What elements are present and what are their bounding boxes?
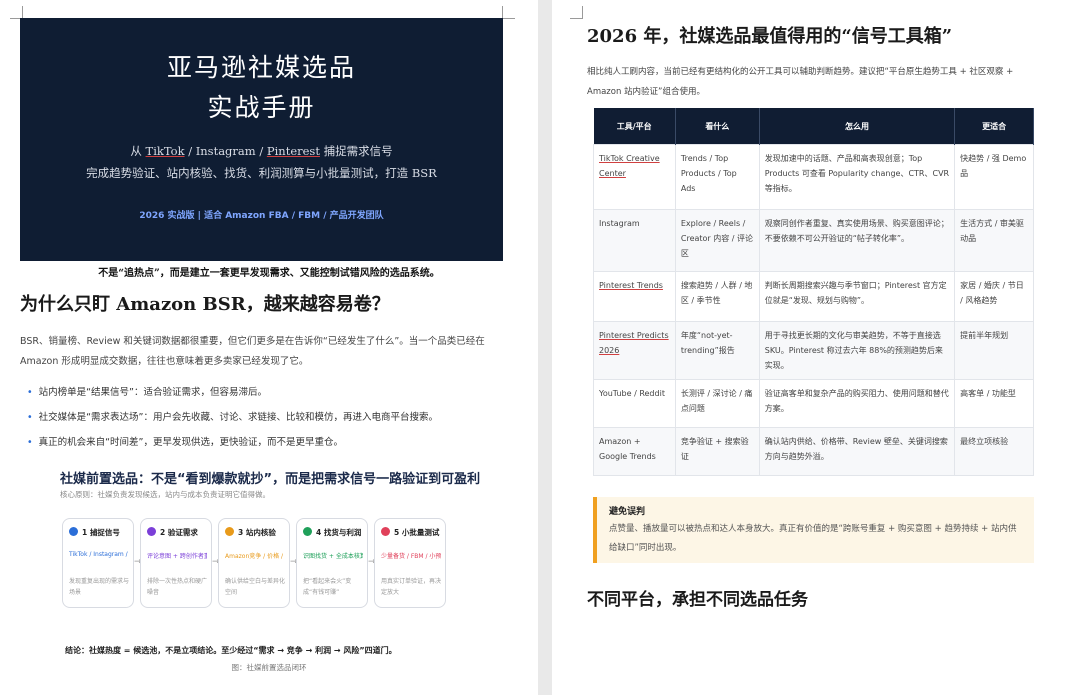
table-header-fit: 更适合 — [954, 108, 1034, 145]
flow-step-4: 4 找货与利润 识图找货 + 全成本核算 把“看起来会火”变成“有钱可赚” — [296, 518, 368, 608]
step-dot-icon — [147, 527, 156, 536]
cell-what: Explore / Reels / Creator 内容 / 评论区 — [674, 209, 760, 272]
cell-what: Trends / Top Products / Top Ads — [674, 144, 760, 210]
step-title: 1 捕捉信号 — [82, 528, 120, 537]
cell-how: 判断长周期搜索兴趣与季节窗口；Pinterest 官方定位就是“发现、规划与购物… — [758, 271, 956, 322]
cover-tagline: 2026 实战版 | 适合 Amazon FBA / FBM / 产品开发团队 — [139, 211, 384, 221]
document-page-right: 2026 年，社媒选品最值得用的“信号工具箱” 相比纯人工刷内容，当前已经有更结… — [552, 0, 1080, 695]
flow-conclusion: 结论：社媒热度 = 候选池，不是立项结论。至少经过“需求 → 竞争 → 利润 →… — [65, 646, 397, 655]
platforms-heading: 不同平台，承担不同选品任务 — [587, 590, 808, 610]
step-sources: Amazon竞争 / 价格 / 评论 — [225, 553, 285, 560]
cell-how: 发现加速中的话题、产品和高表现创意；Top Products 可查看 Popul… — [758, 144, 956, 210]
warning-title: 避免误判 — [609, 507, 646, 517]
bullet-item: 真正的机会来自“时间差”，更早发现供选，更快验证，而不是更早重仓。 — [27, 434, 343, 448]
figure-caption: 图：社媒前置选品闭环 — [231, 663, 307, 672]
warning-callout: 避免误判 点赞量、播放量可以被热点和达人本身放大。真正有价值的是“跨账号重复 +… — [593, 497, 1034, 563]
flow-step-1: 1 捕捉信号 TikTok / Instagram / Pinterest 发现… — [62, 518, 134, 608]
table-header-row: 工具/平台 看什么 怎么用 更适合 — [593, 108, 1034, 145]
step-description: 把“看起来会火”变成“有钱可赚” — [303, 578, 352, 596]
cover-title-line1: 亚马逊社媒选品 — [166, 53, 356, 82]
table-header-tool: 工具/平台 — [593, 108, 676, 145]
cell-fit: 提前半年规划 — [954, 321, 1034, 380]
flow-step-5: 5 小批量测试 少量备货 / FBM / 小预算 用真实订单验证，再决定放大 — [374, 518, 446, 608]
table-row: YouTube / Reddit 长测评 / 深讨论 / 痛点问题 验证高客单和… — [593, 379, 1034, 428]
cell-tool: TikTok Creative Center — [593, 144, 676, 210]
table-row: TikTok Creative Center Trends / Top Prod… — [593, 144, 1034, 210]
step-description: 排除一次性热点和硬广噪音 — [147, 578, 208, 596]
step-sources: 少量备货 / FBM / 小预算 — [381, 553, 441, 560]
step-sources: 识图找货 + 全成本核算 — [303, 553, 363, 560]
bullet-item: 社交媒体是“需求表达场”：用户会先收藏、讨论、求链接、比较和模仿，再进入电商平台… — [27, 409, 438, 423]
page-corner-mark — [570, 6, 583, 19]
tools-table: 工具/平台 看什么 怎么用 更适合 TikTok Creative Center… — [593, 108, 1034, 476]
page-corner-mark — [502, 6, 515, 19]
cell-tool: Instagram — [593, 209, 676, 272]
step-title: 3 站内核验 — [238, 528, 276, 537]
table-row: Instagram Explore / Reels / Creator 内容 /… — [593, 209, 1034, 272]
cell-tool: Pinterest Predicts 2026 — [593, 321, 676, 380]
bullet-item: 站内榜单是“结果信号”：适合验证需求，但容易滞后。 — [27, 384, 267, 398]
cell-fit: 最终立项核验 — [954, 427, 1034, 476]
flow-subtitle: 核心原则：社媒负责发现候选，站内与成本负责证明它值得做。 — [60, 490, 270, 499]
cell-tool: Amazon + Google Trends — [593, 427, 676, 476]
cell-what: 搜索趋势 / 人群 / 地区 / 季节性 — [674, 271, 760, 322]
toolbox-intro: 相比纯人工刷内容，当前已经有更结构化的公开工具可以辅助判断趋势。建议把“平台原生… — [587, 67, 1014, 97]
step-dot-icon — [303, 527, 312, 536]
section-paragraph: BSR、销量榜、Review 和关键词数据都很重要，但它们更多是在告诉你“已经发… — [20, 336, 485, 367]
cell-what: 竞争验证 + 搜索验证 — [674, 427, 760, 476]
cell-fit: 生活方式 / 审美驱动品 — [954, 209, 1034, 272]
toolbox-heading: 2026 年，社媒选品最值得用的“信号工具箱” — [587, 26, 953, 47]
table-row: Amazon + Google Trends 竞争验证 + 搜索验证 确认站内供… — [593, 427, 1034, 476]
step-sources: 评论意图 + 跨创作者重复 — [147, 553, 207, 560]
cell-how: 验证高客单和复杂产品的购买阻力、使用问题和替代方案。 — [758, 379, 956, 428]
cell-how: 观察同创作者重复、真实使用场景、购买意图评论；不要依赖不可公开验证的“帖子转化率… — [758, 209, 956, 272]
cell-fit: 高客单 / 功能型 — [954, 379, 1034, 428]
cell-what: 长测评 / 深讨论 / 痛点问题 — [674, 379, 760, 428]
cell-how: 确认站内供给、价格带、Review 壁垒、关键词搜索方向与趋势外溢。 — [758, 427, 956, 476]
step-title: 5 小批量测试 — [394, 528, 440, 537]
step-dot-icon — [381, 527, 390, 536]
document-page-left: 亚马逊社媒选品 实战手册 从 TikTok / Instagram / Pint… — [0, 0, 538, 695]
cover-subtitle-2: 完成趋势验证、站内核验、找货、利润测算与小批量测试，打造 BSR — [86, 166, 437, 180]
flow-title: 社媒前置选品：不是“看到爆款就抄”，而是把需求信号一路验证到可盈利 — [60, 472, 481, 487]
table-row: Pinterest Trends 搜索趋势 / 人群 / 地区 / 季节性 判断… — [593, 271, 1034, 322]
step-description: 用真实订单验证，再决定放大 — [381, 578, 442, 596]
cell-what: 年度“not-yet-trending”报告 — [674, 321, 760, 380]
table-header-what: 看什么 — [675, 108, 760, 145]
section-heading: 为什么只盯 Amazon BSR，越来越容易卷？ — [20, 294, 390, 315]
step-dot-icon — [225, 527, 234, 536]
flow-step-3: 3 站内核验 Amazon竞争 / 价格 / 评论 确认供给空白与差异化空间 — [218, 518, 290, 608]
step-title: 4 找货与利润 — [316, 528, 362, 537]
warning-body: 点赞量、播放量可以被热点和达人本身放大。真正有价值的是“跨账号重复 + 购买意图… — [609, 524, 1017, 553]
cell-tool: YouTube / Reddit — [593, 379, 676, 428]
table-row: Pinterest Predicts 2026 年度“not-yet-trend… — [593, 321, 1034, 380]
cover-subtitle-1: 从 TikTok / Instagram / Pinterest 捕捉需求信号 — [130, 144, 393, 158]
step-sources: TikTok / Instagram / Pinterest — [69, 551, 129, 558]
cover-banner: 亚马逊社媒选品 实战手册 从 TikTok / Instagram / Pint… — [20, 18, 503, 261]
cover-caption: 不是“追热点”，而是建立一套更早发现需求、又能控制试错风险的选品系统。 — [98, 268, 440, 279]
cell-fit: 家居 / 婚庆 / 节日 / 风格趋势 — [954, 271, 1034, 322]
step-dot-icon — [69, 527, 78, 536]
cell-how: 用于寻找更长期的文化与审美趋势，不等于直接选 SKU。Pinterest 称过去… — [758, 321, 956, 380]
flow-step-2: 2 验证需求 评论意图 + 跨创作者重复 排除一次性热点和硬广噪音 — [140, 518, 212, 608]
table-header-how: 怎么用 — [759, 108, 956, 145]
step-description: 发现重复出现的需求与场景 — [69, 578, 130, 596]
step-description: 确认供给空白与差异化空间 — [225, 578, 286, 596]
cell-tool: Pinterest Trends — [593, 271, 676, 322]
step-title: 2 验证需求 — [160, 528, 198, 537]
cell-fit: 快趋势 / 强 Demo 品 — [954, 144, 1034, 210]
cover-title-line2: 实战手册 — [207, 93, 316, 122]
